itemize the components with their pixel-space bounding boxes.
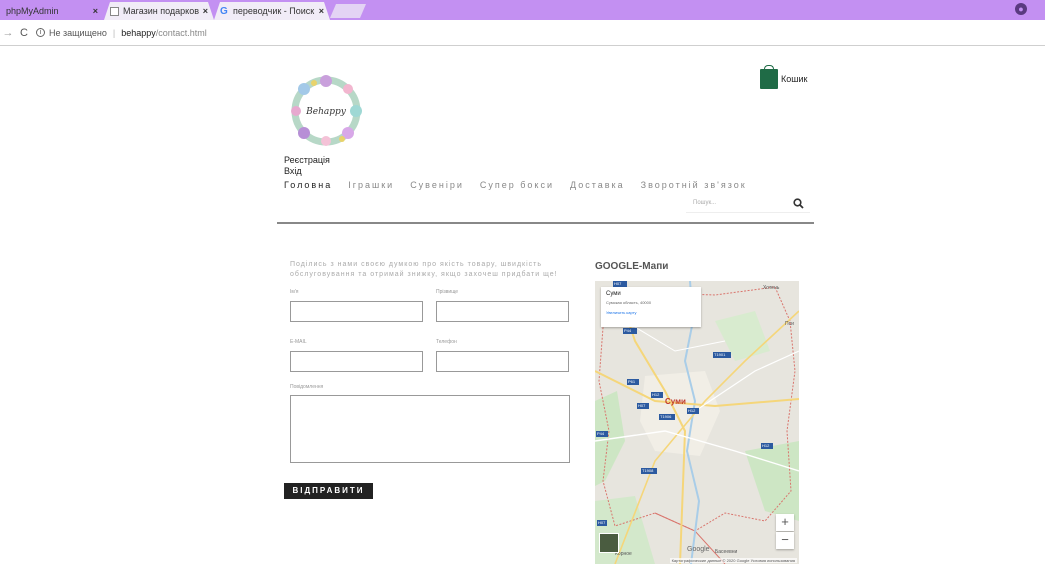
nav-super-boxes[interactable]: Супер бокси — [480, 180, 554, 190]
info-icon[interactable]: i — [36, 28, 45, 37]
search-placeholder: Пошук... — [693, 200, 717, 206]
cart-label: Кошик — [781, 74, 808, 84]
google-logo: Google — [687, 546, 710, 553]
google-icon: G — [220, 5, 228, 17]
header-divider — [277, 222, 814, 224]
phone-field[interactable] — [436, 351, 569, 372]
tab-close-icon[interactable]: × — [319, 6, 324, 16]
search-icon[interactable] — [793, 198, 804, 209]
road-label: H07 — [614, 281, 622, 286]
security-status: Не защищено — [49, 27, 107, 38]
intro-line: обслуговування та отримай знижку, якщо з… — [290, 271, 558, 278]
nav-delivery[interactable]: Доставка — [570, 180, 625, 190]
zoom-out-button[interactable]: − — [776, 532, 794, 549]
auth-links: Реєстрація Вхід — [284, 155, 330, 177]
submit-button[interactable]: ВІДПРАВИТИ — [284, 483, 373, 499]
road-label: H12 — [688, 408, 696, 413]
road-label: P61 — [628, 379, 636, 384]
road-label: T1901 — [714, 352, 726, 357]
name-label: Ім'я — [290, 289, 299, 295]
tab-close-icon[interactable]: × — [93, 6, 98, 16]
name-field[interactable] — [290, 301, 423, 322]
address-separator: | — [112, 27, 116, 38]
nav-feedback[interactable]: Зворотній зв'язок — [641, 180, 747, 190]
road-label: P44 — [597, 431, 605, 436]
road-label: T1908 — [642, 468, 654, 473]
site-logo[interactable]: Behappy — [284, 69, 368, 153]
zoom-in-button[interactable]: + — [776, 514, 794, 531]
phone-label: Телефон — [436, 339, 457, 345]
road-label: H12 — [652, 392, 660, 397]
map-attribution[interactable]: Картографические данные © 2020 Google Ус… — [669, 558, 797, 563]
google-map[interactable]: H07 P44 T1901 P61 H12 H07 T1906 H12 P44 … — [595, 281, 799, 564]
email-label: E-MAIL — [290, 339, 307, 345]
main-navigation: Головна Іграшки Сувеніри Супер бокси Дос… — [284, 180, 763, 190]
reload-button[interactable]: C — [16, 27, 32, 39]
map-place-label: Пси — [785, 321, 794, 327]
road-label: T1906 — [660, 414, 672, 419]
nav-toys[interactable]: Іграшки — [348, 180, 394, 190]
road-label: P44 — [624, 328, 632, 333]
shopping-bag-icon — [760, 65, 778, 89]
nav-home[interactable]: Головна — [284, 180, 332, 190]
tab-label: Магазин подарков — [123, 6, 199, 16]
road-label: H07 — [598, 520, 606, 525]
tab-translator-search[interactable]: G переводчик - Поиск в Г × — [214, 2, 330, 20]
register-link[interactable]: Реєстрація — [284, 155, 330, 166]
login-link[interactable]: Вхід — [284, 166, 330, 177]
tab-gift-shop[interactable]: Магазин подарков × — [104, 2, 214, 20]
road-label: H12 — [762, 443, 770, 448]
search-input[interactable]: Пошук... — [686, 195, 810, 213]
info-card-title: Суми — [606, 291, 621, 297]
logo-text: Behappy — [305, 107, 347, 117]
address-bar: → C i Не защищено | behappy /contact.htm… — [0, 20, 1045, 46]
intro-line: Поділись з нами своєю думкою про якість … — [290, 261, 543, 268]
city-label: Суми — [665, 397, 686, 406]
new-tab-button[interactable] — [330, 4, 366, 18]
surname-label: Прізвище — [436, 289, 459, 295]
cart-link[interactable]: Кошик — [760, 65, 808, 89]
browser-tab-bar: phpMyAdmin × Магазин подарков × G перево… — [0, 0, 1045, 20]
satellite-view-toggle[interactable] — [599, 533, 619, 553]
tab-label: переводчик - Поиск в Г — [233, 6, 315, 16]
page-content: Behappy Кошик Реєстрація Вхід Головна Іг… — [0, 47, 1045, 584]
feedback-intro: Поділись з нами своєю думкою про якість … — [290, 260, 570, 280]
document-icon — [110, 7, 119, 16]
info-card-address: Сумская область, 40000 — [606, 300, 652, 305]
map-title: GOOGLE-Мапи — [595, 261, 669, 272]
map-place-label: Басеевни — [715, 549, 738, 555]
omnibox[interactable]: i Не защищено | behappy /contact.html — [36, 28, 207, 38]
forward-button[interactable]: → — [0, 27, 16, 39]
map-place-label: Хотень — [763, 285, 780, 291]
map-info-card: Суми Сумская область, 40000 Увеличить ка… — [601, 287, 701, 327]
url-host: behappy — [121, 27, 156, 38]
road-label: H07 — [638, 403, 646, 408]
url-path: /contact.html — [155, 27, 207, 38]
tab-close-icon[interactable]: × — [203, 6, 208, 16]
tab-phpmyadmin[interactable]: phpMyAdmin × — [0, 2, 104, 20]
enlarge-map-link[interactable]: Увеличить карту — [606, 310, 696, 315]
message-field[interactable] — [290, 395, 570, 463]
nav-souvenirs[interactable]: Сувеніри — [410, 180, 464, 190]
profile-icon[interactable]: ● — [1015, 3, 1027, 15]
email-field[interactable] — [290, 351, 423, 372]
surname-field[interactable] — [436, 301, 569, 322]
message-label: Повідомлення — [290, 384, 324, 390]
tab-label: phpMyAdmin — [6, 6, 59, 16]
